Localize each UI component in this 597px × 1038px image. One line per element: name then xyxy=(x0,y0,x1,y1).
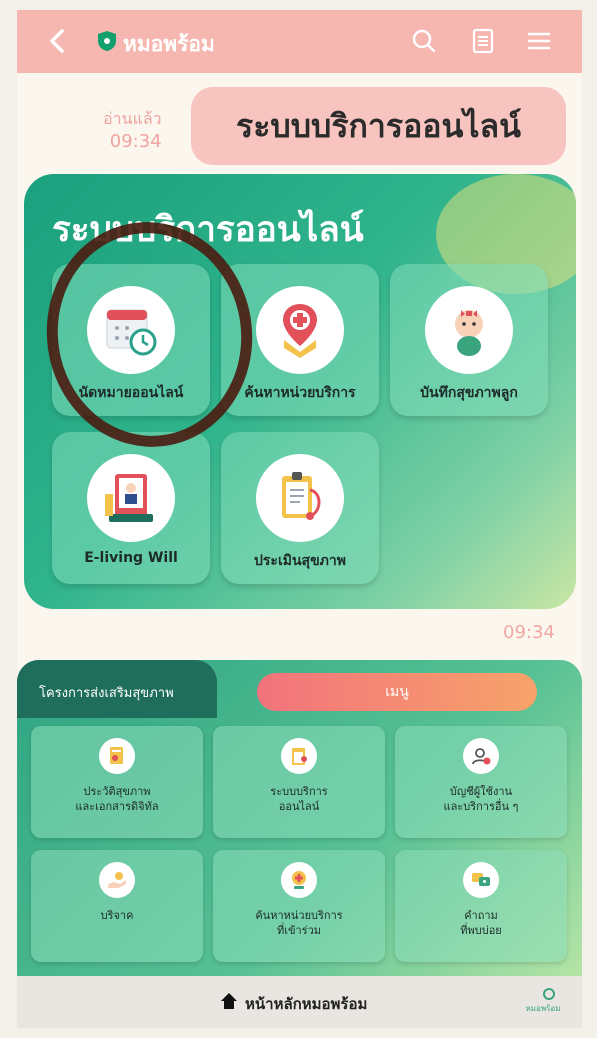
shield-icon xyxy=(98,31,116,51)
health-record-icon xyxy=(110,747,123,764)
tab-health-promotion[interactable]: โครงการส่งเสริมสุขภาพ xyxy=(17,660,217,718)
menu-icon-circle xyxy=(99,862,135,898)
tab-health-promotion-label: โครงการส่งเสริมสุขภาพ xyxy=(39,686,174,701)
notes-icon[interactable] xyxy=(469,27,497,55)
message-bubble[interactable]: ระบบบริการออนไลน์ xyxy=(191,87,566,165)
back-icon[interactable] xyxy=(45,28,71,54)
health-assessment-icon-circle xyxy=(256,454,344,542)
menu-item-label: ค้นหาหน่วยบริการ ที่เข้าร่วม xyxy=(255,909,343,937)
mohprompt-logo[interactable]: หมอพร้อม xyxy=(525,986,561,1018)
tab-menu-label: เมนู xyxy=(385,684,409,700)
read-receipt: อ่านแล้ว 09:34 xyxy=(103,107,162,153)
home-icon xyxy=(221,993,237,1009)
find-unit-icon-circle xyxy=(256,286,344,374)
brand-logo-text: หมอพร้อม xyxy=(526,1004,561,1013)
menu-icon-circle xyxy=(463,738,499,774)
find-unit-label: ค้นหาหน่วยบริการ xyxy=(244,385,356,401)
message-text: ระบบบริการออนไลน์ xyxy=(236,107,521,145)
rich-menu-panel: โครงการส่งเสริมสุขภาพ เมนู ประวัติสุขภาพ… xyxy=(17,660,582,990)
menu-item-label: ประวัติสุขภาพ และเอกสารดิจิทัล xyxy=(75,785,159,813)
health-assessment-label: ประเมินสุขภาพ xyxy=(254,553,346,569)
find-hospital-icon xyxy=(292,871,306,889)
child-health-label: บันทึกสุขภาพลูก xyxy=(420,385,518,401)
menu-item-label: บัญชีผู้ใช้งาน และบริการอื่น ๆ xyxy=(443,785,519,813)
child-health-icon-circle xyxy=(425,286,513,374)
eliving-will-label: E-living Will xyxy=(84,550,178,566)
faq-icon xyxy=(472,873,490,886)
menu-icon-circle xyxy=(463,862,499,898)
menu-item-donate[interactable]: บริจาค xyxy=(31,850,203,962)
donate-icon xyxy=(108,872,126,888)
menu-item-faq[interactable]: คำถาม ที่พบบ่อย xyxy=(395,850,567,962)
menu-icon-circle xyxy=(281,862,317,898)
menu-item-find-hospital[interactable]: ค้นหาหน่วยบริการ ที่เข้าร่วม xyxy=(213,850,385,962)
menu-icon[interactable] xyxy=(525,27,553,55)
chat-screen: หมอพร้อม อ่านแล้ว 09:34 ระบบบริการออนไลน… xyxy=(17,10,582,1028)
app-header: หมอพร้อม xyxy=(17,10,582,73)
menu-item-label: บริจาค xyxy=(100,909,134,922)
sent-time: 09:34 xyxy=(109,131,162,152)
tab-menu[interactable]: เมนู xyxy=(257,673,537,711)
online-service-icon xyxy=(292,748,307,765)
menu-icon-circle xyxy=(281,738,317,774)
menu-item-user-account[interactable]: บัญชีผู้ใช้งาน และบริการอื่น ๆ xyxy=(395,726,567,838)
card-time: 09:34 xyxy=(503,622,555,643)
clipboard-stethoscope-icon xyxy=(282,472,321,520)
health-assessment-tile[interactable]: ประเมินสุขภาพ xyxy=(221,432,379,584)
search-icon[interactable] xyxy=(410,27,438,55)
menu-icon-circle xyxy=(99,738,135,774)
brand-logo-icon: หมอพร้อม xyxy=(526,988,561,1013)
menu-item-label: ระบบบริการ ออนไลน์ xyxy=(270,785,328,813)
menu-item-health-record[interactable]: ประวัติสุขภาพ และเอกสารดิจิทัล xyxy=(31,726,203,838)
menu-item-label: คำถาม ที่พบบ่อย xyxy=(460,909,502,937)
map-pin-cross-icon xyxy=(283,304,317,358)
will-document-icon xyxy=(105,474,153,522)
child-health-tile[interactable]: บันทึกสุขภาพลูก xyxy=(390,264,548,416)
home-label: หน้าหลักหมอพร้อม xyxy=(245,995,368,1013)
chat-title: หมอพร้อม xyxy=(123,32,215,56)
user-account-icon xyxy=(472,748,491,765)
read-status: อ่านแล้ว xyxy=(103,109,162,128)
eliving-will-icon-circle xyxy=(87,454,175,542)
footer-bar[interactable]: หน้าหลักหมอพร้อม หมอพร้อม xyxy=(17,976,582,1028)
eliving-will-tile[interactable]: E-living Will xyxy=(52,432,210,584)
baby-icon xyxy=(455,310,483,356)
menu-item-online-service[interactable]: ระบบบริการ ออนไลน์ xyxy=(213,726,385,838)
